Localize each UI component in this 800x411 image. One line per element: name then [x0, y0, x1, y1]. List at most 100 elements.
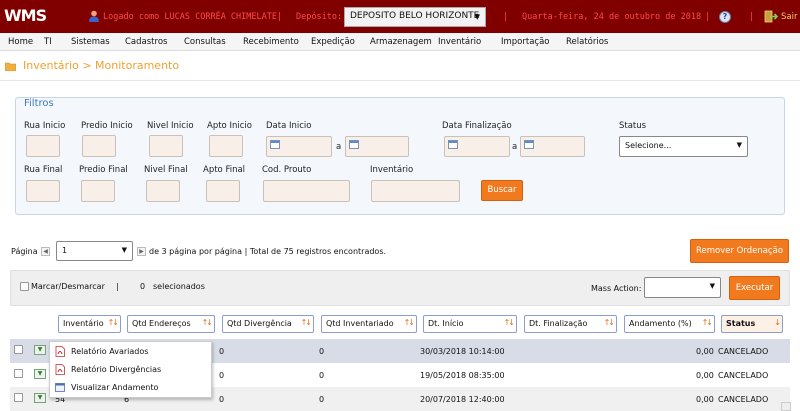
row-checkbox[interactable]: [14, 369, 23, 378]
menu-item-armazenagem[interactable]: Armazenagem: [370, 37, 432, 47]
depot-label: Depósito:: [296, 12, 343, 22]
sort-icon[interactable]: ↑↓: [702, 318, 713, 327]
row-checkbox[interactable]: [14, 345, 23, 354]
menu-item-importacao[interactable]: Importação: [501, 37, 550, 47]
calendar-icon[interactable]: [270, 140, 280, 149]
column-header-inventario[interactable]: Inventário ↑↓: [58, 315, 121, 333]
apto-final-input[interactable]: [206, 180, 240, 202]
column-header-status[interactable]: Status ↓: [721, 315, 783, 333]
chevron-down-icon: ▼: [736, 141, 742, 149]
rua-inicio-label: Rua Inicio: [24, 121, 66, 131]
folder-icon: [5, 62, 16, 71]
column-header-qtd-inventariado[interactable]: Qtd Inventariado ↑↓: [321, 315, 417, 333]
calendar-icon[interactable]: [349, 140, 359, 149]
predio-inicio-label: Predio Inicio: [81, 121, 133, 131]
data-finalizacao-to-input[interactable]: [520, 136, 585, 157]
menu-item-label: Visualizar Andamento: [71, 383, 159, 392]
app-logo[interactable]: WMS: [4, 6, 47, 25]
column-label: Qtd Endereços: [132, 319, 191, 328]
row-action-dropdown[interactable]: ▼: [34, 393, 46, 403]
predio-inicio-input[interactable]: [82, 135, 116, 157]
sort-icon[interactable]: ↑↓: [404, 318, 415, 327]
cell-status: CANCELADO: [718, 395, 769, 404]
nivel-final-input[interactable]: [146, 180, 180, 202]
remove-sort-button[interactable]: Remover Ordenação: [690, 239, 789, 263]
range-separator: a: [336, 142, 342, 152]
menu-item-inventario[interactable]: Inventário: [438, 37, 481, 47]
predio-final-input[interactable]: [81, 180, 115, 202]
row-checkbox[interactable]: [14, 393, 23, 402]
row-action-dropdown[interactable]: ▼: [34, 369, 46, 379]
cell-andamento: 0,00: [696, 395, 714, 404]
column-header-dt-inicio[interactable]: Dt. Início ↑↓: [423, 315, 517, 333]
status-select-value: Selecione...: [625, 141, 672, 150]
menu-item-relatorio-avariados[interactable]: Relatório Avariados: [50, 343, 213, 361]
menu-item-sistemas[interactable]: Sistemas: [71, 37, 110, 47]
calendar-icon[interactable]: [524, 140, 534, 149]
data-inicio-to-input[interactable]: [345, 136, 409, 157]
cell-qtd-inventariado: 0: [319, 347, 325, 356]
data-inicio-from-input[interactable]: [266, 136, 332, 157]
inventario-label: Inventário: [370, 165, 414, 175]
sort-icon[interactable]: ↑↓: [604, 318, 615, 327]
menu-item-cadastros[interactable]: Cadastros: [125, 37, 167, 47]
current-date: Quarta-feira, 24 de outubro de 2018: [522, 12, 702, 22]
sort-icon[interactable]: ↑↓: [504, 318, 515, 327]
depot-select[interactable]: DEPOSITO BELO HORIZONTE ▼: [344, 7, 486, 27]
search-button[interactable]: Buscar: [481, 180, 523, 201]
help-icon[interactable]: ?: [719, 11, 731, 23]
prev-page-icon[interactable]: ◀: [41, 247, 50, 256]
pdf-icon: [55, 346, 65, 357]
predio-final-label: Predio Final: [79, 165, 128, 175]
rua-inicio-input[interactable]: [26, 135, 60, 157]
next-page-icon[interactable]: ▶: [137, 247, 146, 256]
menu-item-relatorio-divergencias[interactable]: Relatório Divergências: [50, 361, 213, 379]
exit-icon[interactable]: [764, 10, 778, 23]
menu-item-consultas[interactable]: Consultas: [184, 37, 226, 47]
chevron-down-icon: ▼: [474, 13, 480, 21]
cell-andamento: 0,00: [696, 347, 714, 356]
exit-label[interactable]: Sair: [781, 12, 797, 22]
menu-item-recebimento[interactable]: Recebimento: [243, 37, 299, 47]
sort-icon[interactable]: ↑↓: [108, 318, 119, 327]
menu-item-ti[interactable]: TI: [44, 37, 52, 47]
column-header-qtd-enderecos[interactable]: Qtd Endereços ↑↓: [127, 315, 215, 333]
rua-final-input[interactable]: [26, 180, 60, 202]
column-label: Status: [726, 319, 756, 328]
apto-inicio-input[interactable]: [209, 135, 243, 157]
status-label: Status: [619, 121, 647, 131]
rua-final-label: Rua Final: [24, 165, 63, 175]
range-separator: a: [512, 142, 518, 152]
select-all-checkbox[interactable]: [20, 282, 29, 291]
top-bar: WMS Logado como LUCAS CORRÊA CHIMELATE |…: [0, 0, 800, 33]
status-select[interactable]: Selecione... ▼: [619, 136, 748, 157]
page-label: Página: [11, 247, 38, 256]
apto-final-label: Apto Final: [203, 165, 246, 175]
menu-item-home[interactable]: Home: [8, 37, 33, 47]
column-header-andamento[interactable]: Andamento (%) ↑↓: [624, 315, 715, 333]
calendar-icon[interactable]: [448, 140, 458, 149]
nivel-inicio-input[interactable]: [149, 135, 183, 157]
cod-produto-label: Cod. Prouto: [262, 165, 312, 175]
column-label: Qtd Inventariado: [326, 319, 394, 328]
menu-item-visualizar-andamento[interactable]: Visualizar Andamento: [50, 379, 213, 397]
cod-produto-input[interactable]: [263, 180, 350, 202]
menu-item-expedicao[interactable]: Expedição: [311, 37, 355, 47]
mass-action-select[interactable]: ▼: [644, 277, 721, 298]
row-action-dropdown[interactable]: ▼: [34, 345, 46, 355]
data-finalizacao-from-input[interactable]: [444, 136, 510, 157]
menu-item-relatorios[interactable]: Relatórios: [566, 37, 608, 47]
column-header-qtd-divergencia[interactable]: Qtd Divergência ↑↓: [222, 315, 314, 333]
user-icon: [89, 10, 99, 22]
sort-icon[interactable]: ↑↓: [202, 318, 213, 327]
page-select[interactable]: 1 ▼: [56, 241, 133, 261]
sort-icon[interactable]: ↓: [774, 318, 781, 327]
sort-icon[interactable]: ↑↓: [301, 318, 312, 327]
inventario-input[interactable]: [371, 180, 460, 202]
scrollbar[interactable]: [781, 402, 791, 411]
filters-title: Filtros: [24, 98, 54, 109]
execute-button[interactable]: Executar: [729, 276, 780, 300]
divider: [0, 80, 800, 81]
column-header-dt-finalizacao[interactable]: Dt. Finalização ↑↓: [524, 315, 617, 333]
select-all-label[interactable]: Marcar/Desmarcar: [31, 282, 105, 291]
